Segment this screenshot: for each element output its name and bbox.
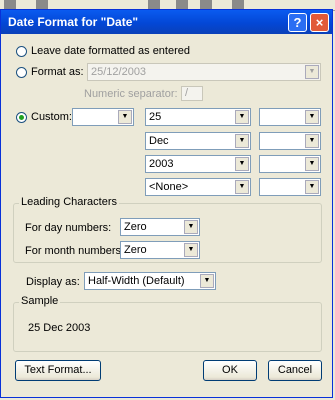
display-as-label: Display as:: [26, 276, 80, 288]
custom-element-value: 25: [149, 111, 162, 123]
custom-separator-dropdown-1[interactable]: ▼: [259, 108, 321, 126]
custom-element-dropdown-4[interactable]: <None> ▼: [145, 178, 251, 196]
custom-separator-dropdown-4[interactable]: ▼: [259, 178, 321, 196]
toolbar-icon: [232, 0, 244, 9]
chevron-down-icon[interactable]: ▼: [235, 110, 249, 124]
dialog-title: Date Format for "Date": [8, 15, 139, 29]
chevron-down-icon[interactable]: ▼: [118, 110, 132, 124]
display-as-value: Half-Width (Default): [88, 275, 185, 287]
leading-characters-legend: Leading Characters: [19, 196, 120, 208]
chevron-down-icon[interactable]: ▼: [235, 157, 249, 171]
chevron-down-icon[interactable]: ▼: [305, 157, 319, 171]
display-as-dropdown[interactable]: Half-Width (Default) ▼: [84, 272, 216, 290]
chevron-down-icon[interactable]: ▼: [200, 274, 214, 288]
close-button[interactable]: ×: [310, 13, 329, 32]
chevron-down-icon[interactable]: ▼: [235, 134, 249, 148]
numeric-separator-field[interactable]: /: [181, 86, 203, 101]
toolbar-icon: [176, 0, 188, 9]
custom-element-value: <None>: [149, 181, 189, 193]
leave-formatted-radio[interactable]: [16, 46, 27, 57]
chevron-down-icon[interactable]: ▼: [184, 243, 198, 257]
custom-separator-dropdown-2[interactable]: ▼: [259, 132, 321, 150]
month-numbers-label: For month numbers:: [25, 245, 125, 257]
month-numbers-dropdown[interactable]: Zero ▼: [120, 241, 200, 259]
chevron-down-icon[interactable]: ▼: [305, 110, 319, 124]
format-as-radio[interactable]: [16, 67, 27, 78]
month-numbers-value: Zero: [124, 244, 147, 256]
chevron-down-icon[interactable]: ▼: [235, 180, 249, 194]
day-numbers-dropdown[interactable]: Zero ▼: [120, 218, 200, 236]
chevron-down-icon[interactable]: ▼: [305, 180, 319, 194]
custom-separator-dropdown-3[interactable]: ▼: [259, 155, 321, 173]
cancel-button[interactable]: Cancel: [268, 360, 322, 381]
chevron-down-icon[interactable]: ▼: [305, 65, 319, 79]
day-numbers-value: Zero: [124, 221, 147, 233]
title-bar[interactable]: Date Format for "Date" ? ×: [1, 10, 332, 34]
custom-label[interactable]: Custom:: [31, 111, 72, 123]
date-format-dialog: Date Format for "Date" ? × Leave date fo…: [0, 9, 333, 398]
toolbar-icon: [4, 0, 16, 9]
toolbar-icon: [148, 0, 160, 9]
ok-button[interactable]: OK: [203, 360, 257, 381]
custom-radio[interactable]: [16, 112, 27, 123]
custom-element-value: 2003: [149, 158, 174, 170]
text-format-button[interactable]: Text Format...: [15, 360, 101, 381]
chevron-down-icon[interactable]: ▼: [305, 134, 319, 148]
numeric-separator-value: /: [185, 87, 189, 99]
format-as-value: 25/12/2003: [91, 66, 147, 78]
help-button[interactable]: ?: [288, 13, 307, 32]
custom-element-dropdown-2[interactable]: Dec ▼: [145, 132, 251, 150]
format-as-dropdown[interactable]: 25/12/2003 ▼: [87, 63, 321, 81]
custom-element-dropdown-3[interactable]: 2003 ▼: [145, 155, 251, 173]
toolbar-icon: [36, 0, 48, 9]
sample-value: 25 Dec 2003: [28, 322, 91, 334]
leave-formatted-label[interactable]: Leave date formatted as entered: [31, 45, 190, 57]
custom-element-dropdown-1[interactable]: 25 ▼: [145, 108, 251, 126]
format-as-label[interactable]: Format as:: [31, 66, 84, 78]
day-numbers-label: For day numbers:: [25, 222, 112, 234]
custom-element-value: Dec: [149, 135, 169, 147]
numeric-separator-label: Numeric separator:: [84, 88, 178, 100]
toolbar-icon: [200, 0, 212, 9]
custom-prefix-dropdown[interactable]: ▼: [72, 108, 134, 126]
sample-legend: Sample: [19, 295, 61, 307]
chevron-down-icon[interactable]: ▼: [184, 220, 198, 234]
